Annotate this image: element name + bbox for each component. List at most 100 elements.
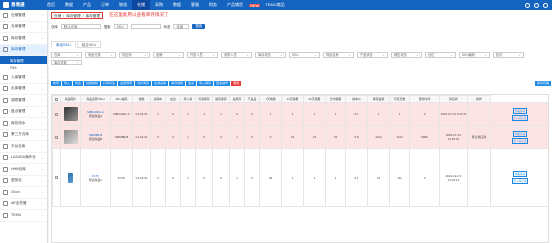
stock-value-cell: 0 xyxy=(244,125,260,149)
product-image[interactable] xyxy=(63,107,78,121)
sidebar-item[interactable]: TEMU ⌄ xyxy=(0,210,47,222)
sidebar-item[interactable]: 出库管理 ⌄ xyxy=(0,84,47,95)
sidebar-item[interactable]: 平台仓库 ⌄ xyxy=(0,141,47,153)
breadcrumb-item[interactable]: 库存管理 xyxy=(66,13,80,19)
topnav-item[interactable]: TEMU商品 xyxy=(260,0,289,10)
topnav-item[interactable]: 产品 xyxy=(78,0,96,10)
sidebar-item[interactable]: HHB仓库 ⌄ xyxy=(0,164,47,176)
filter-select[interactable]: 仓位 ⌄ xyxy=(425,52,456,58)
help-icon[interactable] xyxy=(534,2,539,8)
row-op-button[interactable]: 查看库存 xyxy=(512,171,528,177)
sidebar-item[interactable]: 盘点管理 ⌄ xyxy=(0,107,47,118)
sidebar-item[interactable]: AE全托管 ⌄ xyxy=(0,199,47,210)
sidebar-item[interactable]: 入库管理 ⌄ xyxy=(0,72,47,84)
sidebar-subitem[interactable]: FBA xyxy=(0,64,47,72)
bell-icon[interactable] xyxy=(525,2,530,8)
action-button[interactable]: 导入 xyxy=(62,80,73,87)
stock-value-cell: 0.1 xyxy=(345,148,368,207)
action-button[interactable]: 打印标签 xyxy=(101,80,118,87)
search-button[interactable]: 搜索 xyxy=(192,23,206,30)
breadcrumb-item[interactable]: 库存管理 xyxy=(86,13,100,19)
sidebar-item[interactable]: 仓储管理 ⌄ xyxy=(0,10,47,22)
chevron-down-icon: ⌄ xyxy=(41,109,44,114)
topnav-item[interactable]: 数据 xyxy=(168,0,186,10)
row-checkbox[interactable] xyxy=(55,112,58,116)
topnav-item[interactable]: 采购 xyxy=(150,0,168,10)
action-button[interactable]: 导出 xyxy=(73,80,84,87)
breadcrumb-item[interactable]: 仓储 xyxy=(54,13,61,19)
action-button[interactable]: 库存调整 xyxy=(169,80,186,87)
row-op-button[interactable]: 出入库记录 xyxy=(511,114,529,121)
filter-select[interactable]: 销售状态 ⌄ xyxy=(391,52,422,58)
action-button[interactable]: 更多操作 xyxy=(214,80,231,87)
row-op-button[interactable]: 出入库记录 xyxy=(511,137,529,144)
sidebar: 仓储管理 ⌄ 仓库管理 ⌄ 库存管理 ⌄ 库存管理 ⌄ 库存管理 FBA 入库管理 ⌄ 出库管理 ⌄ 调拨管… xyxy=(0,10,48,243)
row-checkbox[interactable] xyxy=(55,135,58,139)
sidebar-item[interactable]: Ozon ⌄ xyxy=(0,187,47,199)
action-button[interactable]: 导入库存 xyxy=(197,80,214,87)
sidebar-item[interactable]: 库存管理 ⌄ xyxy=(0,33,47,45)
filter-select[interactable]: 库存天数 ⌄ xyxy=(51,59,82,65)
filter-select[interactable]: 商品名称 ⌄ xyxy=(323,52,354,58)
sidebar-item[interactable]: 库存管理 ⌄ xyxy=(0,44,47,56)
filter-select[interactable]: SKU ⌄ xyxy=(289,52,320,58)
row-op-button[interactable]: 查看库存 xyxy=(512,107,528,114)
search-input[interactable] xyxy=(130,23,161,30)
row-op-button[interactable]: 出入库记录 xyxy=(511,178,529,184)
table-header-cell: 总库存 xyxy=(229,95,245,103)
filter-select[interactable]: 供应商 ⌄ xyxy=(119,52,150,58)
action-button[interactable]: 新增 xyxy=(51,80,62,87)
topnav-item[interactable]: 客服 xyxy=(186,0,204,10)
tab-sku[interactable]: 单品SKU xyxy=(51,41,76,48)
warehouse-select[interactable]: 默认仓库 xyxy=(60,23,101,30)
topnav-item[interactable]: 财务 xyxy=(204,0,222,10)
logo[interactable]: 易境通 xyxy=(0,0,42,10)
filter-select[interactable]: 产品状态 ⌄ xyxy=(357,52,388,58)
row-op-button[interactable]: 查看库存 xyxy=(512,130,528,137)
filter-select[interactable]: 开发人员 ⌄ xyxy=(187,52,218,58)
table-header-cell: 采购中 xyxy=(150,95,166,103)
action-button[interactable]: 生成采购 xyxy=(152,80,169,87)
action-button[interactable]: 盘点 xyxy=(186,80,197,87)
filter-select[interactable]: 采购人员 ⌄ xyxy=(221,52,252,58)
sidebar-item[interactable]: LAZADA海外仓 ⌄ xyxy=(0,153,47,164)
topnav-item[interactable]: 订单 xyxy=(96,0,114,10)
action-button[interactable]: 同步库存 xyxy=(135,80,152,87)
topnav-item[interactable]: 首页 xyxy=(42,0,60,10)
sidebar-item[interactable]: 调拨管理 ⌄ xyxy=(0,95,47,107)
sidebar-item[interactable]: 第三方仓库 ⌄ xyxy=(0,130,47,141)
topnav-item[interactable]: 数据 xyxy=(60,0,78,10)
stock-value-cell: 1 xyxy=(180,125,196,149)
product-image[interactable] xyxy=(63,130,78,144)
sidebar-item[interactable]: 虚拟仓 ⌄ xyxy=(0,176,47,187)
sidebar-subitem[interactable]: 库存管理 xyxy=(0,56,47,64)
filter-select[interactable]: SKU编码 ⌄ xyxy=(459,52,490,58)
sidebar-item[interactable]: 库存流水 ⌄ xyxy=(0,118,47,130)
status-select-value: 全部 xyxy=(176,25,184,29)
filter-select[interactable]: 商品分类 ⌄ xyxy=(85,52,116,58)
filter-select[interactable]: 批次 ⌄ xyxy=(493,52,524,58)
sidebar-item-label: 第三方仓库 xyxy=(11,132,29,137)
action-button[interactable]: 删除 xyxy=(231,80,242,87)
avatar[interactable] xyxy=(543,2,548,8)
tab-sku[interactable]: 组合SKU xyxy=(76,41,102,48)
filter-select[interactable]: 库存状态 ⌄ xyxy=(255,52,286,58)
topnav-item[interactable]: 仓储 xyxy=(132,0,150,10)
topnav-item[interactable]: 产品铺货 xyxy=(222,0,248,10)
action-button[interactable]: 设置预警 xyxy=(118,80,135,87)
update-time-cell: 2023-07-3 0 9:12:11 xyxy=(439,102,468,126)
topnav-item[interactable]: 物流 xyxy=(114,0,132,10)
table-header-cell: 在途 xyxy=(165,95,181,103)
action-button-right[interactable]: 库存管理 xyxy=(534,80,551,87)
filter-select[interactable]: 品牌 ⌄ xyxy=(153,52,184,58)
action-button[interactable]: 批量编辑 xyxy=(84,80,101,87)
status-select[interactable]: 全部 xyxy=(173,23,190,30)
sidebar-item[interactable]: 仓库管理 ⌄ xyxy=(0,22,47,33)
inventory-table-container: 商品图片 商品名称/SKU SKU编码 规格 采购中 在途 待入库 可用库存 锁定库存 总库存 不良… xyxy=(51,94,549,243)
row-checkbox[interactable] xyxy=(55,176,58,179)
stock-value-cell: 1 xyxy=(150,102,166,126)
search-type-select[interactable]: SKU xyxy=(113,23,128,30)
product-image[interactable] xyxy=(68,172,73,183)
filter-select[interactable]: 仓库 ⌄ xyxy=(51,52,82,58)
select-all-checkbox[interactable] xyxy=(55,97,58,101)
